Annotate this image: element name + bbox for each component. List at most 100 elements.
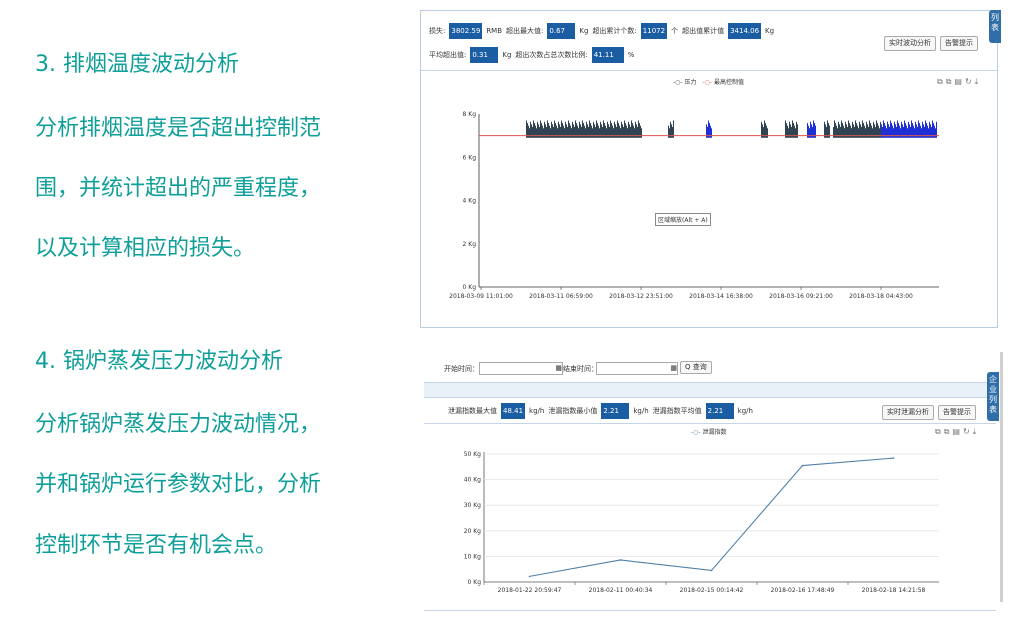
chart1-pressure-bar	[574, 126, 575, 138]
chart1-pressure-bar	[543, 128, 544, 138]
chart1-y-tick-label: 0 Kg	[463, 284, 477, 291]
chart1-pressure-bar	[931, 126, 932, 138]
chart1-pressure-bar	[613, 128, 614, 138]
scrollbar[interactable]	[1000, 352, 1003, 602]
chart1-pressure-bar	[914, 128, 915, 138]
chart1-pressure-bar	[557, 128, 558, 138]
section3-line-2: 围，并统计超出的严重程度，	[35, 176, 322, 201]
chart2-y-tick-label: 0 Kg	[468, 579, 482, 586]
chart1-pressure-bar	[637, 126, 638, 138]
chart1-pressure-bar	[844, 128, 845, 138]
chart1-x-tick-label: 2018-03-14 16:38:00	[689, 293, 753, 300]
chart1-pressure-bar	[875, 126, 876, 138]
section4-line-2: 并和锅炉运行参数对比，分析	[35, 472, 322, 497]
chart1-pressure-bar	[550, 128, 551, 138]
chart1-pressure-bar	[921, 128, 922, 138]
chart1-pressure-bar	[581, 126, 582, 138]
chart1-pressure-bar	[672, 126, 673, 138]
chart2-y-tick-label: 20 Kg	[464, 528, 481, 535]
chart1-pressure-bar	[903, 126, 904, 138]
chart1-pressure-bar	[840, 126, 841, 138]
enterprise-list-side-tab[interactable]: 企业列表	[987, 372, 999, 421]
chart1-pressure-bar	[837, 128, 838, 138]
chart1-y-tick-label: 2 Kg	[463, 241, 477, 248]
chart1-pressure-bar	[847, 126, 848, 138]
chart1-pressure-bar	[553, 126, 554, 138]
section3-title: 3. 排烟温度波动分析	[35, 52, 239, 77]
chart2-svg: 0 Kg 10 Kg 20 Kg 30 Kg 40 Kg 50 Kg 2018-01-22 …	[464, 451, 939, 594]
chart1-pressure-bar	[630, 126, 631, 138]
chart2-leak-point	[892, 457, 895, 459]
exhaust-temperature-panel: 损失: 3802.59 RMB 超出最大值: 0.67 Kg 超出累计个数: 1…	[420, 10, 998, 328]
chart1-pressure-bar	[595, 126, 596, 138]
chart1-pressure-bar	[627, 128, 628, 138]
section4-title: 4. 锅炉蒸发压力波动分析	[35, 349, 283, 374]
chart1-pressure-bar	[529, 128, 530, 138]
chart1-pressure-bar	[763, 126, 764, 138]
section4-line-3: 控制环节是否有机会点。	[35, 533, 278, 558]
chart2-x-tick-label: 2018-02-11 00:40:34	[589, 587, 653, 594]
chart1-pressure-bar	[861, 126, 862, 138]
chart1-pressure-bar	[900, 128, 901, 138]
chart1-pressure-bar	[858, 128, 859, 138]
chart1-pressure-bar	[634, 128, 635, 138]
chart1-x-tick-label: 2018-03-16 09:21:00	[769, 293, 833, 300]
chart1-pressure-bar	[536, 128, 537, 138]
chart1-pressure-bar	[795, 128, 796, 138]
chart1-pressure-bar	[585, 128, 586, 138]
chart2-leak-point	[528, 575, 531, 578]
chart2-y-tick-label: 40 Kg	[464, 477, 481, 484]
list-side-tab-1[interactable]: 列表	[989, 10, 1001, 43]
chart2-x-tick-label: 2018-02-18 14:21:58	[862, 587, 926, 594]
chart2-x-tick-label: 2018-01-22 20:59:47	[498, 587, 562, 594]
chart1-pressure-bar	[623, 126, 624, 138]
chart1-pressure-bar	[879, 128, 880, 138]
chart1-pressure-bar	[812, 126, 813, 138]
chart1-pressure-bar	[560, 126, 561, 138]
section4-line-1: 分析锅炉蒸发压力波动情况，	[35, 412, 322, 437]
chart1-pressure-bar	[872, 128, 873, 138]
chart1-pressure-bar	[539, 126, 540, 138]
chart1-pressure-bar	[851, 128, 852, 138]
chart1-pressure-bar	[917, 126, 918, 138]
chart1-pressure-bar	[854, 126, 855, 138]
chart1-pressure-bar	[609, 126, 610, 138]
chart1-pressure-bar	[924, 126, 925, 138]
chart2-y-tick-label: 10 Kg	[464, 553, 481, 560]
chart1-pressure-bar	[882, 126, 883, 138]
section3-line-1: 分析排烟温度是否超出控制范	[35, 116, 322, 141]
chart1-y-tick-label: 8 Kg	[463, 111, 477, 118]
chart1-pressure-bar	[868, 126, 869, 138]
chart2-leak-point	[710, 569, 713, 572]
chart1-pressure-bar	[546, 126, 547, 138]
chart1-pressure-bar	[767, 128, 768, 138]
chart1-pressure-bar	[620, 128, 621, 138]
chart1-pressure-bar	[826, 126, 827, 138]
section3-line-3: 以及计算相应的损失。	[35, 236, 256, 261]
chart1-pressure-bar	[532, 126, 533, 138]
chart1-pressure-bar	[567, 126, 568, 138]
chart2-leak-point	[619, 559, 622, 561]
chart1-pressure-bar	[599, 128, 600, 138]
chart1-x-tick-label: 2018-03-12 23:51:00	[609, 293, 673, 300]
chart1-pressure-bar	[935, 128, 936, 138]
evaporation-pressure-panel: 开始时间： ▦ 结束时间： ▦ Q 查询 泄漏指数最大值 48.41 kg/h …	[424, 352, 996, 620]
chart1-pressure-bar	[711, 128, 712, 138]
zoom-tooltip: 区域缩放(Alt + A)	[655, 213, 711, 226]
chart2-leak-point	[801, 464, 804, 467]
chart1-pressure-bar	[791, 126, 792, 138]
chart1-pressure-bar	[571, 128, 572, 138]
chart1-pressure-bar	[907, 128, 908, 138]
chart2-x-tick-label: 2018-02-15 00:14:42	[680, 587, 744, 594]
chart1-x-tick-label: 2018-03-11 06:59:00	[529, 293, 593, 300]
chart1-pressure-bar	[910, 126, 911, 138]
chart1-pressure-bar	[788, 128, 789, 138]
chart1-pressure-bar	[578, 128, 579, 138]
chart1-x-tick-label: 2018-03-18 04:43:00	[849, 293, 913, 300]
chart2-leak-line	[529, 457, 894, 577]
chart1-y-tick-label: 6 Kg	[463, 154, 477, 161]
chart1-pressure-bar	[588, 126, 589, 138]
chart1-x-tick-label: 2018-03-09 11:01:00	[449, 293, 513, 300]
chart1-svg: 0 Kg 2 Kg 4 Kg 6 Kg 8 Kg 2018-03-09 11:01:00 2…	[449, 111, 939, 300]
chart1-pressure-bar	[893, 128, 894, 138]
